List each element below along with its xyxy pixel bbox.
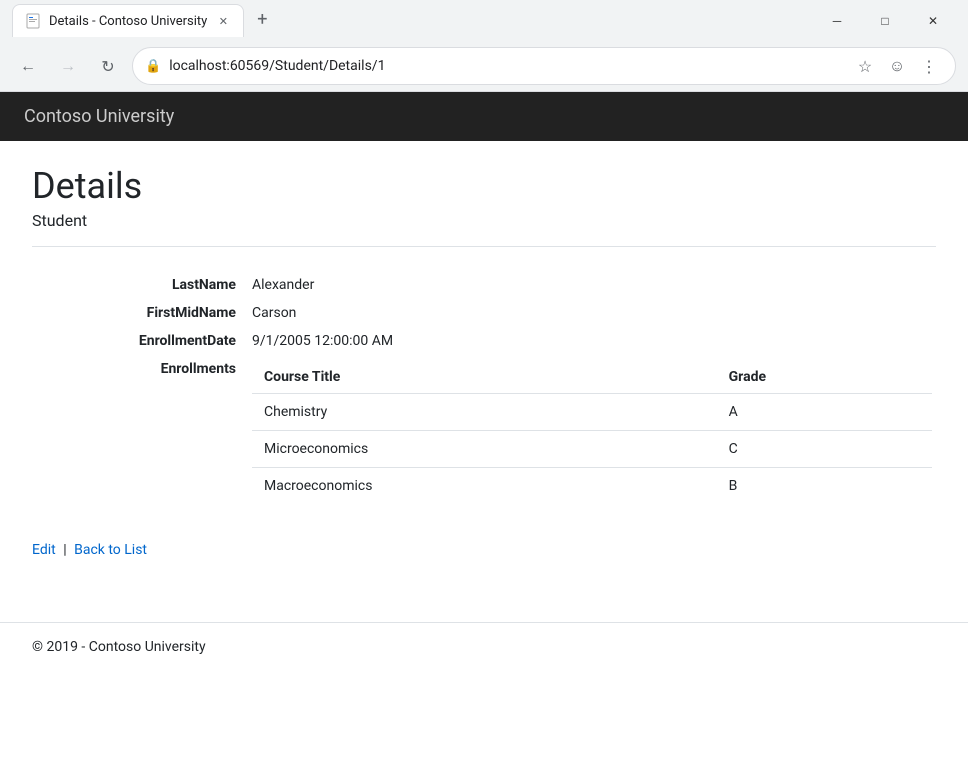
table-row: ChemistryA [252, 394, 932, 431]
window-controls: ─ □ ✕ [814, 5, 956, 37]
lastname-value: Alexander [252, 271, 314, 299]
page-subheading: Student [32, 211, 936, 230]
grade-cell: C [717, 431, 932, 468]
enrollments-tbody: ChemistryAMicroeconomicsCMacroeconomicsB [252, 394, 932, 505]
lastname-label: LastName [32, 271, 252, 299]
enrollment-date-row: EnrollmentDate 9/1/2005 12:00:00 AM [32, 327, 936, 355]
course-cell: Chemistry [252, 394, 717, 431]
grade-cell: B [717, 468, 932, 505]
tab-container: Details - Contoso University ✕ + [12, 4, 814, 37]
address-actions: ☆ ☺ ⋮ [851, 52, 943, 80]
page-content: Details Student LastName Alexander First… [0, 141, 968, 582]
app-title: Contoso University [24, 106, 174, 127]
enrollment-date-value: 9/1/2005 12:00:00 AM [252, 327, 393, 355]
back-button[interactable]: ← [12, 50, 44, 82]
divider [32, 246, 936, 247]
col-grade: Grade [717, 361, 932, 394]
bookmark-icon[interactable]: ☆ [851, 52, 879, 80]
grade-cell: A [717, 394, 932, 431]
page-heading: Details [32, 165, 936, 207]
footer-text: © 2019 - Contoso University [32, 639, 206, 655]
course-cell: Macroeconomics [252, 468, 717, 505]
menu-icon[interactable]: ⋮ [915, 52, 943, 80]
back-to-list-link[interactable]: Back to List [74, 542, 147, 558]
details-table: LastName Alexander FirstMidName Carson E… [32, 271, 936, 510]
enrollments-row: Enrollments Course Title Grade Chemistry… [32, 355, 936, 510]
course-cell: Microeconomics [252, 431, 717, 468]
firstname-value: Carson [252, 299, 296, 327]
action-links: Edit | Back to List [32, 542, 936, 558]
tab-favicon [25, 13, 41, 29]
maximize-button[interactable]: □ [862, 5, 908, 37]
lock-icon: 🔒 [145, 59, 161, 74]
col-course-title: Course Title [252, 361, 717, 394]
forward-button[interactable]: → [52, 50, 84, 82]
table-row: MicroeconomicsC [252, 431, 932, 468]
enrollments-header-row: Course Title Grade [252, 361, 932, 394]
minimize-button[interactable]: ─ [814, 5, 860, 37]
browser-toolbar: ← → ↻ 🔒 localhost:60569/Student/Details/… [0, 41, 968, 91]
table-row: MacroeconomicsB [252, 468, 932, 505]
new-tab-button[interactable]: + [248, 5, 276, 33]
enrollments-thead: Course Title Grade [252, 361, 932, 394]
account-icon[interactable]: ☺ [883, 52, 911, 80]
active-tab[interactable]: Details - Contoso University ✕ [12, 4, 244, 37]
tab-label: Details - Contoso University [49, 14, 207, 29]
address-bar[interactable]: 🔒 localhost:60569/Student/Details/1 ☆ ☺ … [132, 47, 956, 85]
link-separator: | [63, 542, 66, 558]
enrollments-table: Course Title Grade ChemistryAMicroeconom… [252, 361, 932, 504]
page-footer: © 2019 - Contoso University [0, 622, 968, 671]
url-text: localhost:60569/Student/Details/1 [169, 58, 843, 74]
lastname-row: LastName Alexander [32, 271, 936, 299]
firstname-row: FirstMidName Carson [32, 299, 936, 327]
firstname-label: FirstMidName [32, 299, 252, 327]
reload-button[interactable]: ↻ [92, 50, 124, 82]
title-bar: Details - Contoso University ✕ + ─ □ ✕ [0, 0, 968, 41]
tab-close-button[interactable]: ✕ [215, 13, 231, 29]
app-header: Contoso University [0, 92, 968, 141]
browser-chrome: Details - Contoso University ✕ + ─ □ ✕ ←… [0, 0, 968, 92]
favicon-icon [25, 13, 41, 29]
enrollments-value: Course Title Grade ChemistryAMicroeconom… [252, 355, 932, 510]
enrollments-label: Enrollments [32, 355, 252, 510]
edit-link[interactable]: Edit [32, 542, 56, 558]
close-button[interactable]: ✕ [910, 5, 956, 37]
enrollment-date-label: EnrollmentDate [32, 327, 252, 355]
